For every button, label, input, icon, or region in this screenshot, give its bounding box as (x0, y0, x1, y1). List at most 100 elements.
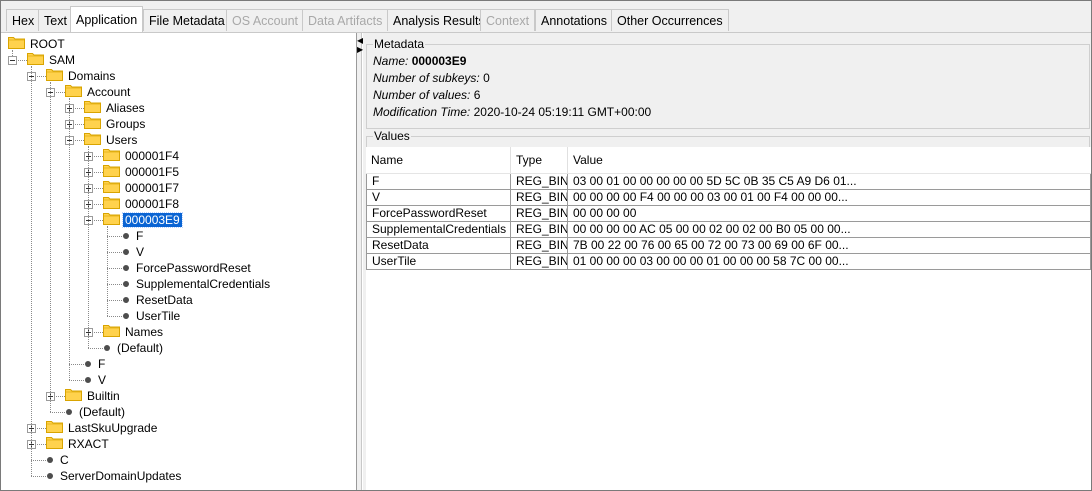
values-table-header: Name Type Value (366, 147, 1091, 174)
tree-node-key[interactable]: 000003E9 (103, 211, 183, 228)
tree-node-key[interactable]: 000001F4 (103, 148, 181, 164)
table-row[interactable]: V REG_BIN 00 00 00 00 F4 00 00 00 03 00 01… (366, 190, 1091, 206)
registry-value-icon (123, 281, 129, 287)
tree-node-label: F (98, 357, 106, 371)
tree-node-key[interactable]: Names (103, 324, 165, 340)
column-header-name[interactable]: Name (366, 147, 511, 173)
tree-node-label: ForcePasswordReset (136, 261, 251, 275)
tree-node-value[interactable]: C (46, 452, 71, 468)
tree-node-key[interactable]: Domains (46, 68, 117, 84)
tree-node-label: V (98, 373, 107, 387)
window-frame: Hex Text Application File Metadata OS Ac… (0, 0, 1092, 491)
tab-annotations[interactable]: Annotations (535, 9, 614, 31)
tree-node-key[interactable]: 000001F5 (103, 164, 181, 180)
tree-connector-line (50, 412, 65, 413)
tab-context[interactable]: Context (480, 9, 536, 31)
tree-node-key[interactable]: SAM (27, 52, 77, 68)
tree-connector-line (107, 316, 122, 317)
tab-file-metadata[interactable]: File Metadata (143, 9, 231, 31)
tab-other-occurrences[interactable]: Other Occurrences (611, 9, 729, 31)
value-cell-type: REG_BIN (511, 206, 568, 222)
tree-node-key[interactable]: Groups (84, 116, 147, 132)
tree-node-key[interactable]: Account (65, 84, 132, 100)
tree-node-label: 000001F7 (125, 181, 180, 195)
tree-node-value[interactable]: SupplementalCredentials (122, 276, 272, 292)
folder-icon (103, 211, 120, 225)
value-cell-name: UserTile (366, 254, 511, 270)
value-cell-name: V (366, 190, 511, 206)
table-row[interactable]: ResetData REG_BIN 7B 00 22 00 76 00 65 00 … (366, 238, 1091, 254)
column-header-type[interactable]: Type (511, 147, 568, 173)
folder-icon (84, 131, 101, 145)
value-cell-value: 7B 00 22 00 76 00 65 00 72 00 73 00 69 0… (568, 238, 1091, 254)
registry-value-icon (47, 473, 53, 479)
tree-node-value[interactable]: F (122, 228, 145, 244)
tree-node-label: F (136, 229, 144, 243)
collapse-minus-icon[interactable] (8, 56, 17, 65)
value-cell-name: ResetData (366, 238, 511, 254)
column-header-value[interactable]: Value (568, 147, 1091, 173)
registry-value-icon (47, 457, 53, 463)
tree-node-key[interactable]: Builtin (65, 388, 122, 404)
table-row[interactable]: ForcePasswordReset REG_BIN 00 00 00 00 (366, 206, 1091, 222)
name-line: Name: 000003E9 (373, 54, 466, 68)
tree-connector-line (107, 252, 122, 253)
tree-node-value[interactable]: (Default) (65, 404, 127, 420)
tree-connector-line (107, 268, 122, 269)
value-cell-value: 00 00 00 00 (568, 206, 1091, 222)
tree-node-key[interactable]: LastSkuUpgrade (46, 420, 159, 436)
folder-icon (27, 51, 44, 65)
tree-connector-line (31, 66, 32, 476)
folder-icon (84, 99, 101, 113)
tree-node-label: RXACT (68, 437, 109, 451)
table-row[interactable]: F REG_BIN 03 00 01 00 00 00 00 00 5D 5C 0B… (366, 174, 1091, 190)
table-row[interactable]: UserTile REG_BIN 01 00 00 00 03 00 00 00 0… (366, 254, 1091, 270)
folder-icon (103, 195, 120, 209)
tree-node-value[interactable]: V (84, 372, 108, 388)
tab-hex[interactable]: Hex (6, 9, 41, 31)
folder-icon (46, 67, 63, 81)
values-title: Values (373, 129, 411, 143)
folder-icon (65, 83, 82, 97)
value-cell-type: REG_BIN (511, 222, 568, 238)
tab-analysis-results[interactable]: Analysis Results (387, 9, 491, 31)
subkeys-label: Number of subkeys: (373, 71, 480, 85)
tree-node-value[interactable]: F (84, 356, 107, 372)
folder-icon (103, 179, 120, 193)
tree-node-key[interactable]: Users (84, 132, 139, 148)
tree-node-value[interactable]: ServerDomainUpdates (46, 468, 183, 484)
tab-os-account[interactable]: OS Account (226, 9, 305, 31)
modification-time-value: 2020-10-24 05:19:11 GMT+00:00 (473, 105, 652, 119)
tree-node-label: Account (87, 85, 131, 99)
folder-icon (103, 163, 120, 177)
registry-details-pane: Metadata Name: 000003E9 Number of subkey… (363, 33, 1091, 490)
value-cell-type: REG_BIN (511, 190, 568, 206)
tree-node-value[interactable]: ForcePasswordReset (122, 260, 253, 276)
registry-value-icon (123, 233, 129, 239)
tree-node-key[interactable]: 000001F8 (103, 196, 181, 212)
tab-text[interactable]: Text (38, 9, 73, 31)
tree-node-key[interactable]: ROOT (8, 36, 67, 52)
tree-node-label: V (136, 245, 145, 259)
tab-application[interactable]: Application (70, 6, 144, 32)
values-table[interactable]: Name Type Value F REG_BIN 03 00 01 00 00 0… (366, 147, 1091, 490)
registry-value-icon (66, 409, 72, 415)
tree-node-key[interactable]: 000001F7 (103, 180, 181, 196)
tree-node-value[interactable]: V (122, 244, 146, 260)
pane-splitter[interactable]: ◀ ▶ (356, 33, 363, 490)
tree-node-label: (Default) (79, 405, 126, 419)
modification-time-line: Modification Time: 2020-10-24 05:19:11 G… (373, 105, 651, 119)
registry-tree[interactable]: ROOT SAM Domains Account Aliases Groups Users 0… (2, 33, 356, 490)
value-cell-name: F (366, 174, 511, 190)
registry-value-icon (123, 297, 129, 303)
tree-node-key[interactable]: RXACT (46, 436, 111, 452)
tree-node-value[interactable]: (Default) (103, 340, 165, 356)
tree-node-value[interactable]: UserTile (122, 308, 182, 324)
tree-node-key[interactable]: Aliases (84, 100, 147, 116)
tree-node-value[interactable]: ResetData (122, 292, 195, 308)
value-cell-value: 00 00 00 00 AC 05 00 00 02 00 02 00 B0 0… (568, 222, 1091, 238)
subkeys-line: Number of subkeys: 0 (373, 71, 490, 85)
tab-data-artifacts[interactable]: Data Artifacts (302, 9, 389, 31)
table-row[interactable]: SupplementalCredentials REG_BIN 00 00 00 0… (366, 222, 1091, 238)
modification-time-label: Modification Time: (373, 105, 471, 119)
